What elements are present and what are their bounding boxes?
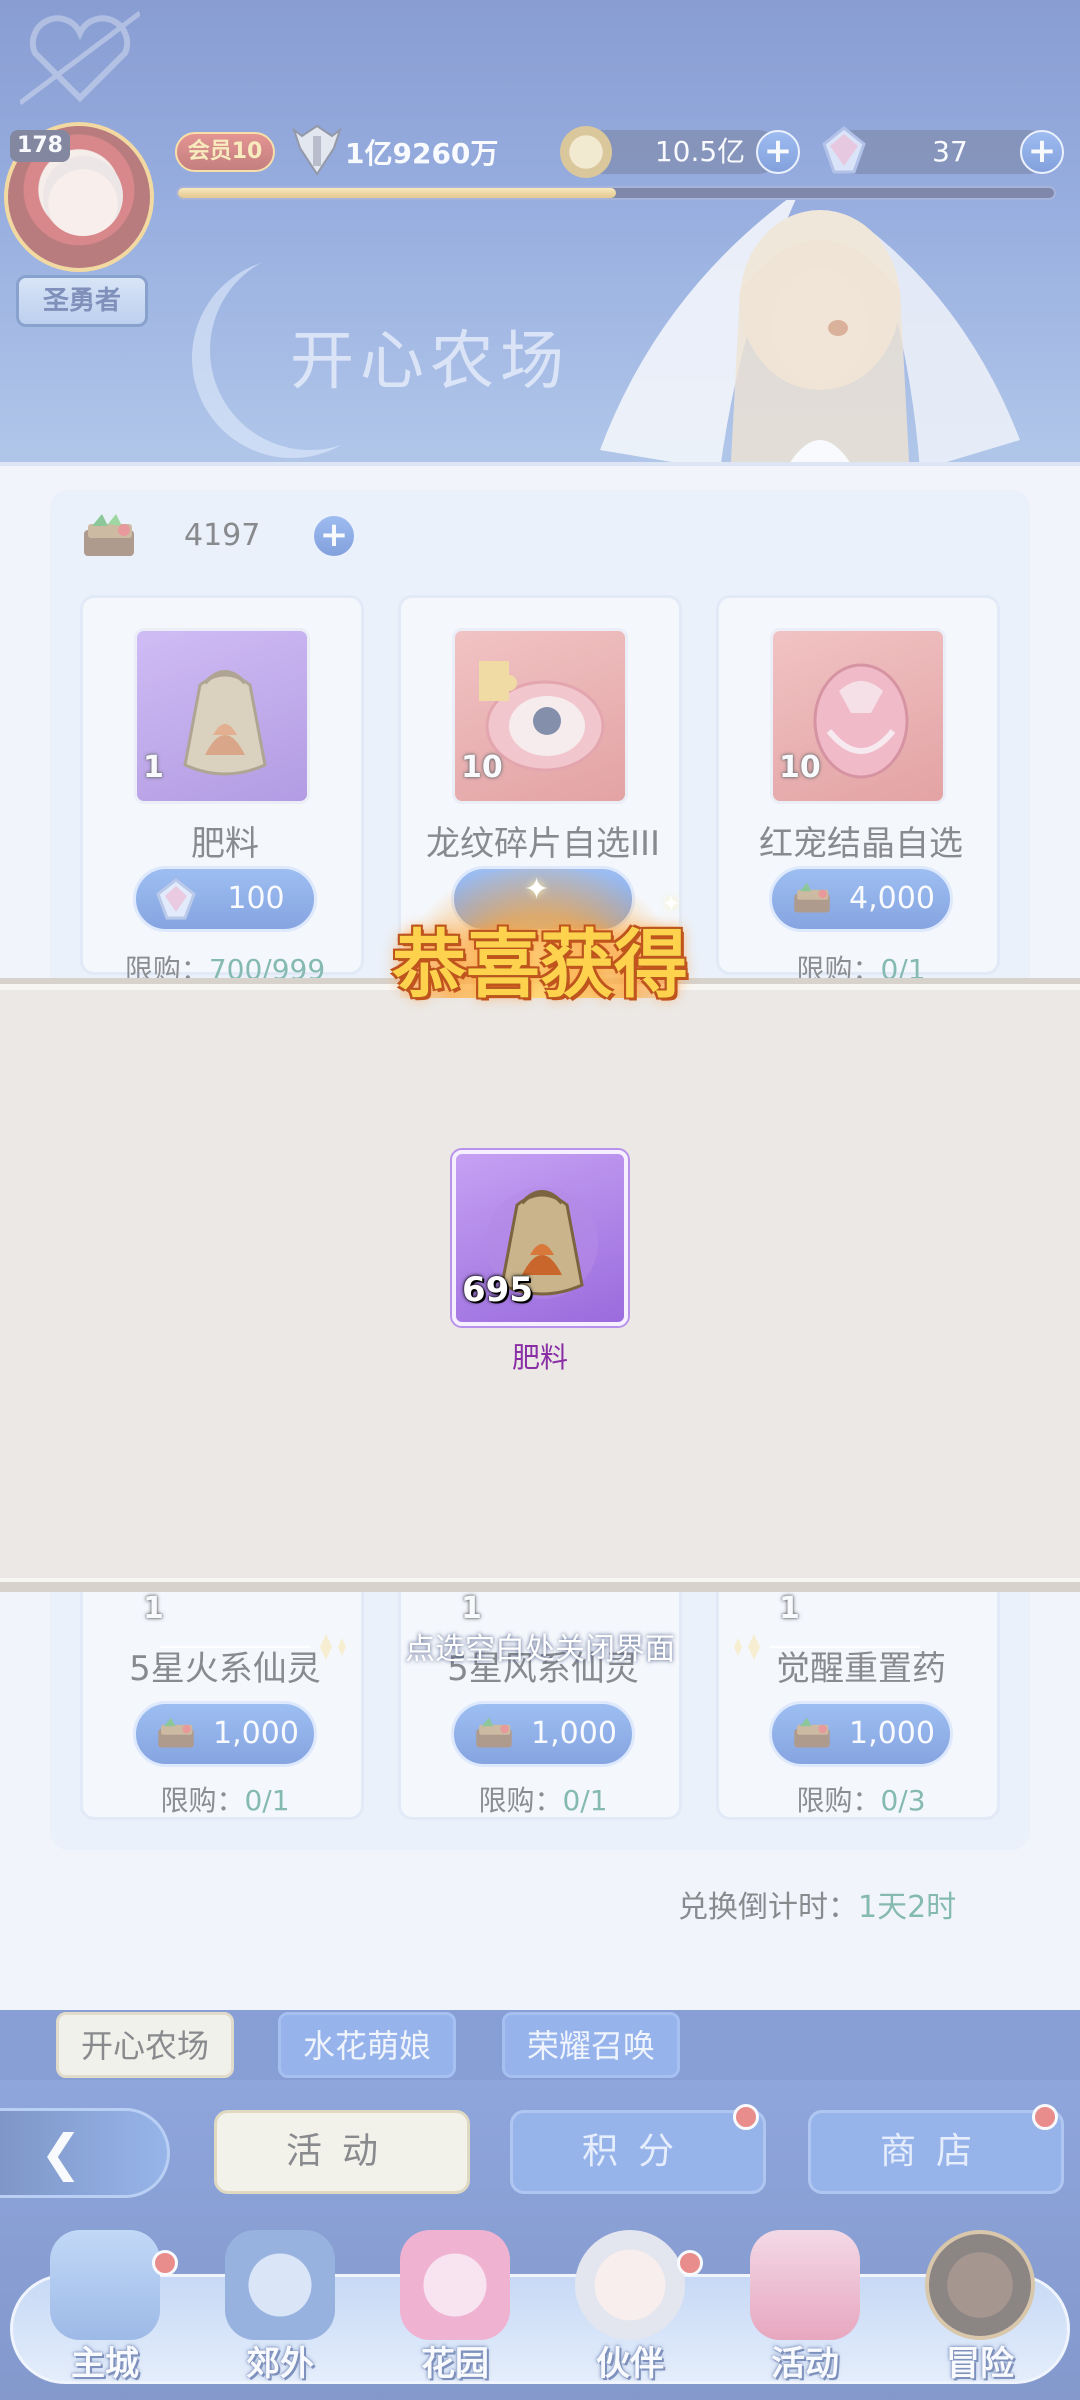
reward-quantity: 695 — [462, 1270, 533, 1310]
close-hint: 点选空白处关闭界面 — [405, 1632, 675, 1667]
hint-left-decoration — [160, 1634, 346, 1660]
popup-title: 恭喜获得 — [392, 922, 688, 1008]
popup-edge — [0, 1582, 1080, 1592]
hint-right-decoration — [734, 1634, 920, 1660]
reward-name: 肥料 — [511, 1341, 568, 1374]
sparkle-icon: ✦ — [524, 872, 550, 907]
